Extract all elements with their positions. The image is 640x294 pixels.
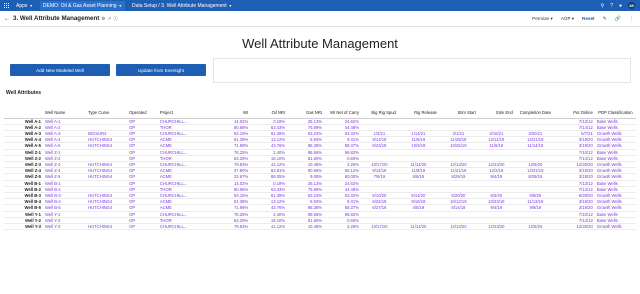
column-header[interactable]: Completion Date <box>514 100 556 119</box>
column-header[interactable]: PDP Classification <box>594 100 636 119</box>
type-curve-cell[interactable]: HUTCHINS4 <box>86 223 128 231</box>
add-new-modeled-well-button[interactable]: Add New Modeled Well <box>10 64 110 76</box>
wi-net-carry-cell[interactable]: 2.28% <box>324 223 361 231</box>
more-icon[interactable]: ⋮ <box>629 16 634 22</box>
main-heading: Well Attribute Management <box>242 36 398 51</box>
chevron-down-icon: ▼ <box>228 3 233 8</box>
notifications-icon[interactable]: ● <box>619 3 622 9</box>
chevron-down-icon: ▼ <box>118 3 122 8</box>
operated-cell[interactable]: OP <box>127 223 158 231</box>
page-header-bar: ← 3. Well Attribute Management ⚙ ↗ ⓘ Per… <box>0 11 640 27</box>
info-icon[interactable]: ⓘ <box>113 16 118 22</box>
column-header[interactable]: Type Curve <box>86 100 128 119</box>
table-row[interactable]: Well Z-3 Well Z-3 HUTCHINS4 OP CHURCHILL... 7… <box>4 161 636 169</box>
page-title: 3. Well Attribute Management <box>13 15 100 22</box>
chevron-down-icon: ▼ <box>29 3 33 8</box>
table-row[interactable]: Well Z-4 Well Z-4 HUTCHINS4 OP ACME 47.80% 83.… <box>4 167 636 175</box>
column-header[interactable]: Oil NRI <box>250 100 288 119</box>
apps-menu[interactable]: Apps ▼ <box>16 3 33 9</box>
table-header-row: Well Name Type Curve Operated Project WI Oil … <box>4 100 636 119</box>
breadcrumb-label: Data Setup / 3. Well Attribute Managemen… <box>131 2 227 9</box>
reset-button[interactable]: Reset <box>582 16 595 21</box>
column-header[interactable]: Put Online <box>555 100 595 119</box>
apps-grid-icon[interactable] <box>4 3 9 8</box>
section-label: Well Attributes <box>6 90 42 96</box>
avatar[interactable]: AB <box>628 2 635 9</box>
wi-cell[interactable]: 79.83% <box>207 223 251 231</box>
put-online-cell[interactable]: 12/26/20 <box>555 223 595 231</box>
column-header[interactable]: Big Rig Spud <box>360 100 398 119</box>
stim-end-cell[interactable]: 12/23/20 <box>477 223 515 231</box>
aop-dropdown-label: AOP <box>560 15 571 21</box>
rig-release-cell[interactable]: 11/14/20 <box>397 223 439 231</box>
chevron-down-icon: ▾ <box>571 15 575 21</box>
search-icon[interactable]: ⚲ <box>601 3 605 9</box>
aop-dropdown[interactable]: AOP ▾ <box>561 16 574 22</box>
top-nav-bar: Apps ▼ DEMO: Oil & Gas Asset Planning ▼ … <box>0 0 640 11</box>
oil-nri-cell[interactable]: 41.12% <box>250 223 288 231</box>
page-header-controls: Permian ▾ AOP ▾ Reset ✎ 🔗 ⋮ <box>532 16 634 22</box>
breadcrumb[interactable]: Data Setup / 3. Well Attribute Managemen… <box>132 3 232 9</box>
column-header[interactable]: Well Name <box>42 100 87 119</box>
permian-dropdown-label: Permian <box>532 15 550 21</box>
table-body: Well A-1 Well A-1 OP CHURCHILL... 14.02% 0.19… <box>4 118 636 231</box>
column-header[interactable]: Rig Release <box>397 100 439 119</box>
table-row[interactable]: Well B-4 Well B-4 HUTCHINS4 OP ACME 61.38% 13.… <box>4 198 636 206</box>
table-row[interactable]: Well A-4 Well A-4 HUTCHINS4 OP ACME 61.38% 13.… <box>4 136 636 144</box>
column-header[interactable]: Project <box>157 100 208 119</box>
chevron-down-icon: ▾ <box>550 15 553 21</box>
column-header[interactable] <box>4 100 43 119</box>
share-icon[interactable]: ↗ <box>107 16 111 22</box>
back-arrow-icon[interactable]: ← <box>4 16 10 22</box>
empty-panel <box>213 58 631 83</box>
column-header[interactable]: Stim End <box>477 100 515 119</box>
link-icon[interactable]: 🔗 <box>615 16 621 22</box>
avatar-initials: AB <box>629 3 634 8</box>
table-row[interactable]: Well A-5 Well A-5 HUTCHINS4 OP ACME 71.99% 43.… <box>4 142 636 150</box>
completion-date-cell[interactable]: 12/6/20 <box>514 223 556 231</box>
column-header[interactable]: Operated <box>127 100 158 119</box>
apps-menu-label: Apps <box>16 2 28 9</box>
table-row[interactable]: Well Y-3 Well Y-3 HUTCHINS4 OP CHURCHILL... 7… <box>4 223 636 231</box>
permian-dropdown[interactable]: Permian ▾ <box>532 16 553 22</box>
project-selector[interactable]: DEMO: Oil & Gas Asset Planning ▼ <box>39 1 125 10</box>
gas-nri-cell[interactable]: 10.48% <box>287 223 325 231</box>
project-cell[interactable]: CHURCHILL... <box>157 223 208 231</box>
column-header[interactable]: Gas NRI <box>287 100 325 119</box>
top-right-actions: ⚲ ? ● AB <box>601 2 635 9</box>
column-header[interactable]: Stim Start <box>438 100 478 119</box>
settings-icon[interactable]: ⚙ <box>101 16 105 22</box>
table-row[interactable]: Well A-3 Well A-3 BIGSUR4 OP CHURCHILL... 53.… <box>4 130 636 138</box>
row-label: Well Y-3 <box>4 223 43 231</box>
pdp-classification-cell[interactable]: Growth Wells <box>594 223 636 231</box>
help-icon[interactable]: ? <box>610 3 613 9</box>
big-rig-spud-cell[interactable]: 10/17/20 <box>360 223 398 231</box>
stim-start-cell[interactable]: 12/13/20 <box>438 223 478 231</box>
table-row[interactable]: Well Z-5 Well Z-5 HUTCHINS4 OP ACME 23.67% 88.… <box>4 173 636 181</box>
well-attributes-table: Well Name Type Curve Operated Project WI Oil … <box>4 100 636 231</box>
project-selector-label: DEMO: Oil & Gas Asset Planning <box>42 2 117 9</box>
well-name-cell[interactable]: Well Y-3 <box>42 223 87 231</box>
column-header[interactable]: WI <box>207 100 251 119</box>
update-from-enersight-button[interactable]: Update from Enersight <box>116 64 206 76</box>
column-header[interactable]: WI Net of Carry <box>324 100 361 119</box>
edit-icon[interactable]: ✎ <box>603 16 607 22</box>
